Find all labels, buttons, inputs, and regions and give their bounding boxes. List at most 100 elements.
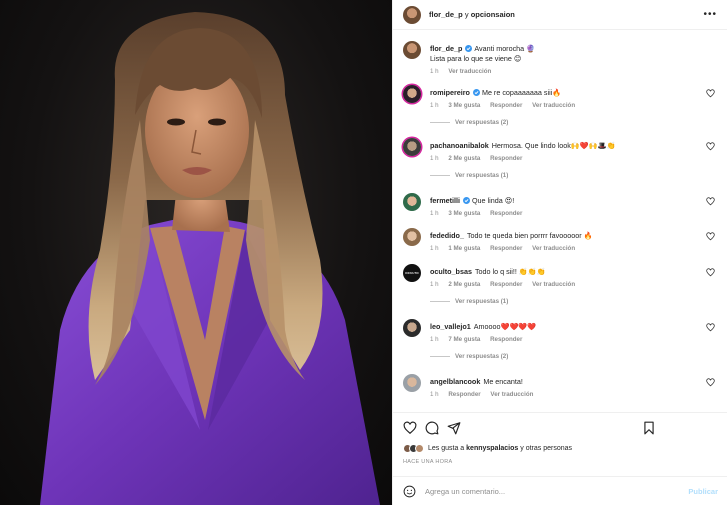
comment-username[interactable]: leo_vallejo1 <box>430 322 471 331</box>
post-photo[interactable] <box>0 0 392 505</box>
likes-text: Les gusta a kennyspalacios y otras perso… <box>428 445 572 452</box>
comment-input[interactable] <box>425 486 635 496</box>
emoji-icon[interactable] <box>403 485 416 498</box>
comment-text: Amoooo❤️❤️❤️❤️ <box>473 322 537 331</box>
comment-username[interactable]: oculto_bsas <box>430 267 472 276</box>
caption-text: Avanti morocha 🔮 <box>474 44 536 53</box>
liker-avatar <box>415 444 424 453</box>
view-replies[interactable]: Ver respuestas (2) <box>430 353 508 360</box>
heart-icon[interactable] <box>706 197 715 206</box>
comment-username[interactable]: angelblancook <box>430 377 480 386</box>
comment-body: romipereiro Me re copaaaaaaa siii🔥 1 h 3 … <box>430 88 652 111</box>
heart-icon[interactable] <box>706 142 715 151</box>
comment-meta: 1 h Responder Ver traducción <box>430 390 652 400</box>
comment-time[interactable]: 1 h <box>430 102 439 109</box>
post-author-line: flor_de_p y opcionsaion <box>429 10 515 19</box>
verified-badge-icon <box>462 197 470 204</box>
view-replies[interactable]: Ver respuestas (1) <box>430 298 508 305</box>
reply-button[interactable]: Responder <box>490 336 522 343</box>
heart-icon[interactable] <box>706 268 715 277</box>
translate-link[interactable]: Ver traducción <box>490 391 533 398</box>
reply-button[interactable]: Responder <box>490 210 522 217</box>
heart-icon[interactable] <box>706 378 715 387</box>
likes-suffix[interactable]: y otras personas <box>520 445 572 452</box>
translate-link[interactable]: Ver traducción <box>532 281 575 288</box>
likes-summary: Les gusta a kennyspalacios y otras perso… <box>403 444 572 453</box>
comment-time[interactable]: 1 h <box>430 281 439 288</box>
caption-translate-link[interactable]: Ver traducción <box>448 68 491 75</box>
view-replies[interactable]: Ver respuestas (1) <box>430 172 508 179</box>
heart-icon[interactable] <box>403 421 417 435</box>
commenter-avatar[interactable] <box>403 319 421 337</box>
heart-icon[interactable] <box>706 89 715 98</box>
comment-username[interactable]: fermetilli <box>430 196 460 205</box>
more-horizontal-icon[interactable]: ••• <box>703 9 717 20</box>
paper-plane-icon[interactable] <box>447 421 461 435</box>
commenter-avatar[interactable] <box>403 138 421 156</box>
caption-username[interactable]: flor_de_p <box>430 44 462 53</box>
liker-username[interactable]: kennyspalacios <box>466 445 518 452</box>
commenter-avatar[interactable]: OCULTO <box>403 264 421 282</box>
likes-prefix: Les gusta a <box>428 445 465 452</box>
commenter-avatar[interactable] <box>403 374 421 392</box>
replies-divider <box>430 301 450 302</box>
comment-likes[interactable]: 7 Me gusta <box>448 336 480 343</box>
comment-text: Todo lo q sii!! 👏👏👏 <box>474 267 546 276</box>
bookmark-icon[interactable] <box>643 421 655 435</box>
view-replies-label[interactable]: Ver respuestas (2) <box>455 353 508 360</box>
translate-link[interactable]: Ver traducción <box>532 102 575 109</box>
reply-button[interactable]: Responder <box>490 155 522 162</box>
comment-text: Me encanta! <box>483 377 523 386</box>
comment-meta: 1 h 1 Me gusta Responder Ver traducción <box>430 244 652 254</box>
comment-text: Todo te queda bien porrrr favooooor 🔥 <box>466 231 593 240</box>
comment-time[interactable]: 1 h <box>430 336 439 343</box>
commenter-avatar[interactable] <box>403 85 421 103</box>
caption-body: flor_de_p Avanti morocha 🔮 Lista para lo … <box>430 44 652 77</box>
comment-username[interactable]: romipereiro <box>430 88 470 97</box>
view-replies-label[interactable]: Ver respuestas (1) <box>455 172 508 179</box>
reply-button[interactable]: Responder <box>490 102 522 109</box>
comment-likes[interactable]: 3 Me gusta <box>448 210 480 217</box>
comment-body: pachanoanibalok Hermosa. Que lindo look🙌❤… <box>430 141 652 164</box>
comment-username[interactable]: fededido_ <box>430 231 464 240</box>
comment-username[interactable]: pachanoanibalok <box>430 141 489 150</box>
publish-button[interactable]: Publicar <box>688 487 718 496</box>
author-avatar[interactable] <box>403 5 421 24</box>
heart-icon[interactable] <box>706 232 715 241</box>
reply-button[interactable]: Responder <box>448 391 480 398</box>
comment-meta: 1 h 3 Me gusta Responder Ver traducción <box>430 101 652 111</box>
comment-likes[interactable]: 2 Me gusta <box>448 281 480 288</box>
verified-badge-icon <box>472 89 480 96</box>
comment-likes[interactable]: 3 Me gusta <box>448 102 480 109</box>
view-replies-label[interactable]: Ver respuestas (2) <box>455 119 508 126</box>
replies-divider <box>430 175 450 176</box>
reply-button[interactable]: Responder <box>490 245 522 252</box>
comment-time[interactable]: 1 h <box>430 245 439 252</box>
comment-time[interactable]: 1 h <box>430 210 439 217</box>
caption-avatar[interactable] <box>403 41 421 59</box>
comment-time[interactable]: 1 h <box>430 155 439 162</box>
post-details-panel: flor_de_p y opcionsaion ••• flor_de_p Ava… <box>392 0 727 505</box>
post-header: flor_de_p y opcionsaion ••• <box>393 0 727 30</box>
post-time-ago[interactable]: HACE UNA HORA <box>403 459 452 465</box>
caption-meta: 1 h Ver traducción <box>430 67 652 77</box>
commenter-avatar[interactable] <box>403 193 421 211</box>
comment-icon[interactable] <box>425 421 439 435</box>
heart-icon[interactable] <box>706 323 715 332</box>
comment-time[interactable]: 1 h <box>430 391 439 398</box>
reply-button[interactable]: Responder <box>490 281 522 288</box>
collab-conjunction: y <box>464 10 469 19</box>
view-replies-label[interactable]: Ver respuestas (1) <box>455 298 508 305</box>
view-replies[interactable]: Ver respuestas (2) <box>430 119 508 126</box>
comment-likes[interactable]: 1 Me gusta <box>448 245 480 252</box>
post-author-link[interactable]: flor_de_p <box>429 10 463 19</box>
replies-divider <box>430 356 450 357</box>
commenter-avatar[interactable] <box>403 228 421 246</box>
collaborator-link[interactable]: opcionsaion <box>471 10 515 19</box>
comment-meta: 1 h 7 Me gusta Responder <box>430 335 652 345</box>
translate-link[interactable]: Ver traducción <box>532 245 575 252</box>
comment-text: Hermosa. Que lindo look🙌❤️🙌🎩👏 <box>491 141 616 150</box>
woman-in-purple-blazer-photo <box>40 12 380 505</box>
comment-likes[interactable]: 2 Me gusta <box>448 155 480 162</box>
caption-time[interactable]: 1 h <box>430 68 439 75</box>
